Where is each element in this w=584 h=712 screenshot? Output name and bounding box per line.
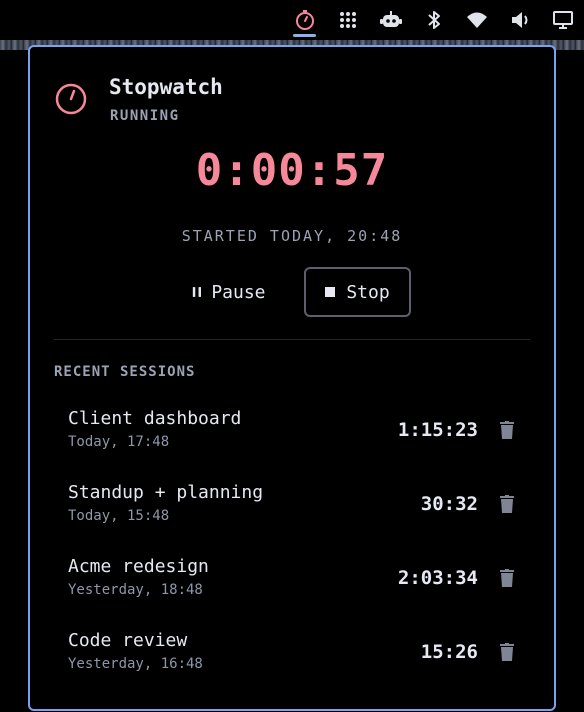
session-item[interactable]: Acme redesign Yesterday, 18:48 2:03:34 <box>54 543 530 617</box>
session-duration: 1:15:23 <box>397 419 478 441</box>
display-tray-button[interactable] <box>541 0 584 40</box>
session-name: Client dashboard <box>68 408 242 429</box>
stopwatch-tray-button[interactable] <box>283 0 326 40</box>
session-name: Acme redesign <box>68 556 209 577</box>
stopwatch-icon <box>53 81 89 117</box>
divider <box>54 339 530 340</box>
status-label: RUNNING <box>110 108 180 124</box>
session-item[interactable]: Client dashboard Today, 17:48 1:15:23 <box>54 395 530 469</box>
wifi-icon <box>466 12 487 28</box>
session-date: Today, 15:48 <box>68 508 170 524</box>
sessions-list: Client dashboard Today, 17:48 1:15:23 St… <box>54 395 530 691</box>
session-date: Today, 17:48 <box>68 434 170 450</box>
stop-label: Stop <box>346 281 390 303</box>
pause-button[interactable]: Pause <box>174 267 284 317</box>
assistant-tray-button[interactable] <box>369 0 412 40</box>
trash-icon[interactable] <box>498 494 516 514</box>
stop-button[interactable]: Stop <box>303 267 411 317</box>
session-item[interactable]: Standup + planning Today, 15:48 30:32 <box>54 469 530 543</box>
volume-icon <box>511 12 527 28</box>
session-name: Code review <box>68 630 188 651</box>
system-tray <box>283 0 584 40</box>
started-label: STARTED TODAY, 20:48 <box>181 227 403 245</box>
session-item[interactable]: Code review Yesterday, 16:48 15:26 <box>54 617 530 691</box>
trash-icon[interactable] <box>498 568 516 588</box>
trash-icon[interactable] <box>498 642 516 662</box>
display-icon <box>552 11 573 29</box>
session-duration: 2:03:34 <box>397 567 478 589</box>
pause-icon <box>192 287 201 297</box>
apps-grid-icon <box>339 12 356 28</box>
volume-tray-button[interactable] <box>498 0 541 40</box>
stop-icon <box>325 287 336 297</box>
popup-title: Stopwatch <box>109 75 223 99</box>
apps-tray-button[interactable] <box>326 0 369 40</box>
recent-sessions-heading: RECENT SESSIONS <box>54 364 196 380</box>
bluetooth-icon <box>427 11 440 29</box>
wifi-tray-button[interactable] <box>455 0 498 40</box>
session-duration: 15:26 <box>420 641 478 663</box>
pause-label: Pause <box>211 281 266 303</box>
stopwatch-icon <box>295 10 314 30</box>
trash-icon[interactable] <box>498 420 516 440</box>
session-duration: 30:32 <box>420 493 478 515</box>
top-panel <box>0 0 584 40</box>
bluetooth-tray-button[interactable] <box>412 0 455 40</box>
elapsed-time: 0:00:57 <box>195 145 389 196</box>
session-name: Standup + planning <box>68 482 264 503</box>
session-date: Yesterday, 16:48 <box>68 656 203 672</box>
stopwatch-popup: Stopwatch RUNNING 0:00:57 STARTED TODAY,… <box>28 45 556 711</box>
session-date: Yesterday, 18:48 <box>68 582 203 598</box>
robot-icon <box>379 11 402 27</box>
controls: Pause Stop <box>30 267 554 317</box>
